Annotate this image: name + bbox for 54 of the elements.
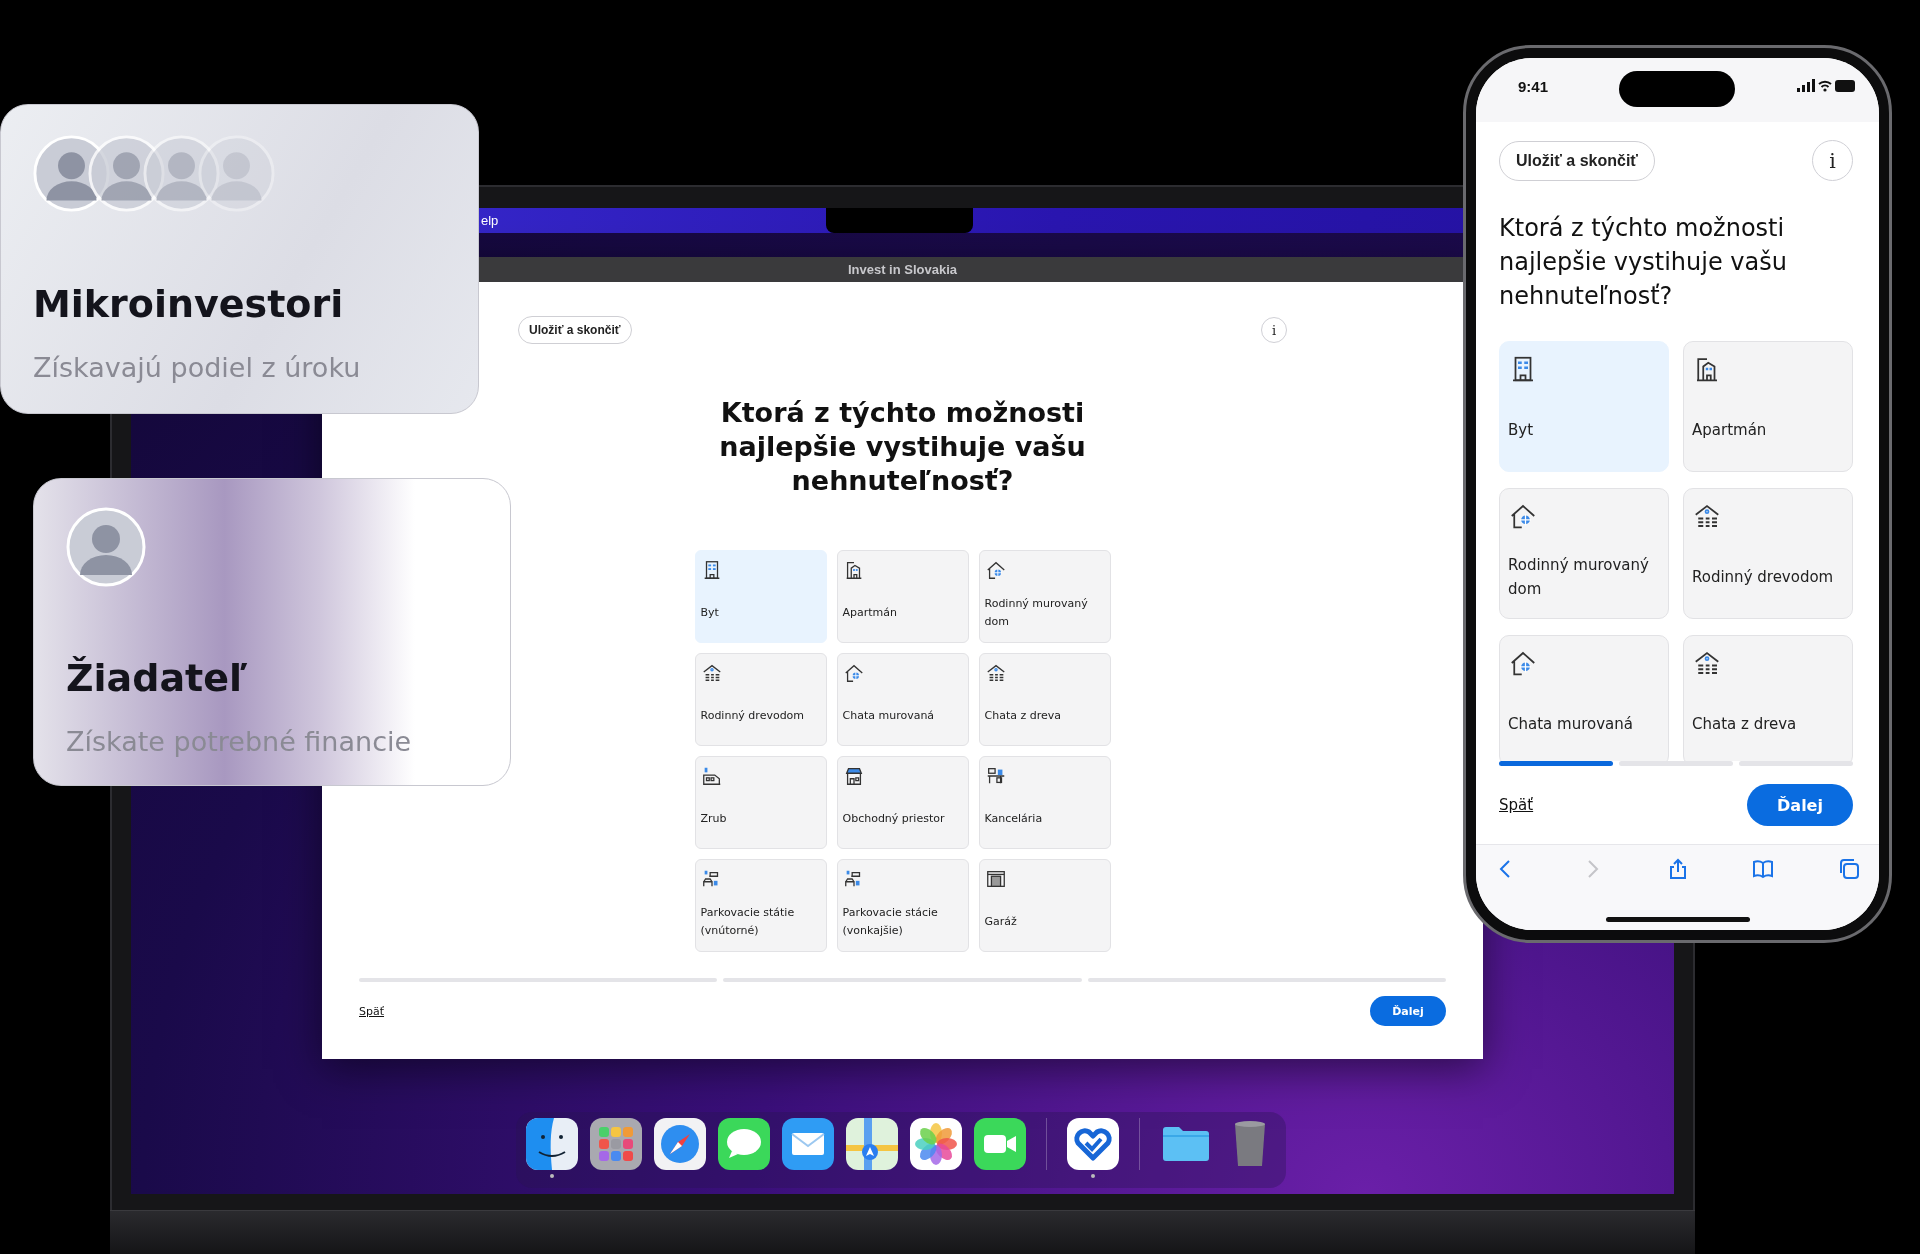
compass-icon[interactable]: [654, 1118, 706, 1170]
card-subtitle: Získate potrebné financie: [66, 726, 413, 757]
save-and-exit-button[interactable]: Uložiť a skončiť: [1499, 140, 1656, 181]
card-title: Mikroinvestori: [33, 282, 345, 326]
info-button[interactable]: i: [1261, 317, 1287, 343]
flower-icon[interactable]: [910, 1118, 962, 1170]
card-title: Žiadateľ: [66, 656, 249, 700]
garage-icon: [984, 868, 1007, 890]
status-time: 9:41: [1518, 77, 1549, 95]
info-button[interactable]: i: [1812, 140, 1853, 181]
property-type-option[interactable]: Rodinný drevodom: [1683, 488, 1853, 619]
property-type-option[interactable]: Obchodný priestor: [836, 756, 969, 849]
question-heading: Ktorá z týchto možnosti najlepšie vystihuje vašu nehnuteľnosť?: [718, 396, 1087, 498]
app-grid-icon[interactable]: [590, 1118, 642, 1170]
card-subtitle: Získavajú podiel z úroku: [33, 352, 362, 383]
next-button[interactable]: Ďalej: [1747, 784, 1853, 826]
property-type-option[interactable]: Chata murovaná: [836, 653, 969, 746]
cabin-icon: [700, 662, 723, 684]
avatar-icon: [198, 135, 275, 212]
next-button[interactable]: Ďalej: [1370, 996, 1446, 1026]
property-type-option[interactable]: Byt: [1499, 341, 1669, 472]
property-type-option[interactable]: Zrub: [694, 756, 827, 849]
property-type-option[interactable]: Chata murovaná: [1499, 635, 1669, 761]
property-type-option[interactable]: Garáž: [978, 859, 1111, 952]
status-icons-drawing: [1797, 79, 1855, 93]
speech-bubble-icon[interactable]: [718, 1118, 770, 1170]
property-type-option[interactable]: Apartmán: [836, 550, 969, 643]
back-link[interactable]: Späť: [359, 1004, 385, 1018]
envelope-icon[interactable]: [782, 1118, 834, 1170]
back-link[interactable]: Späť: [1499, 796, 1534, 814]
avatar-icon: [66, 507, 146, 587]
property-type-option[interactable]: Parkovacie stácie (vonkajšie): [836, 859, 969, 952]
property-type-option[interactable]: Chata z dreva: [1683, 635, 1853, 761]
property-type-option[interactable]: Rodinný murovaný dom: [1499, 488, 1669, 619]
save-and-exit-button[interactable]: Uložiť a skončiť: [518, 316, 632, 344]
smiling-face-icon[interactable]: [526, 1118, 578, 1170]
video-camera-icon[interactable]: [974, 1118, 1026, 1170]
house-icon: [842, 662, 865, 684]
avatar-icon: [88, 135, 165, 212]
property-type-option[interactable]: Apartmán: [1683, 341, 1853, 472]
cabin-icon: [984, 662, 1007, 684]
property-type-option[interactable]: Kancelária: [978, 756, 1111, 849]
house-icon: [984, 559, 1007, 581]
menu-item[interactable]: elp: [481, 213, 499, 228]
property-type-option[interactable]: Chata z dreva: [978, 653, 1111, 746]
property-type-option[interactable]: Rodinný murovaný dom: [978, 550, 1111, 643]
heart-check-icon[interactable]: [1067, 1118, 1119, 1170]
property-type-option[interactable]: Parkovacie státie (vnútorné): [694, 859, 827, 952]
property-type-option[interactable]: Rodinný drevodom: [694, 653, 827, 746]
tabs-icon[interactable]: [1837, 856, 1861, 881]
question-heading: Ktorá z týchto možnosti najlepšie vystihuje vašu nehnuteľnosť?: [1499, 213, 1788, 312]
log-cabin-icon: [700, 765, 723, 787]
map-icon[interactable]: [846, 1118, 898, 1170]
property-type-option[interactable]: Byt: [694, 550, 827, 643]
